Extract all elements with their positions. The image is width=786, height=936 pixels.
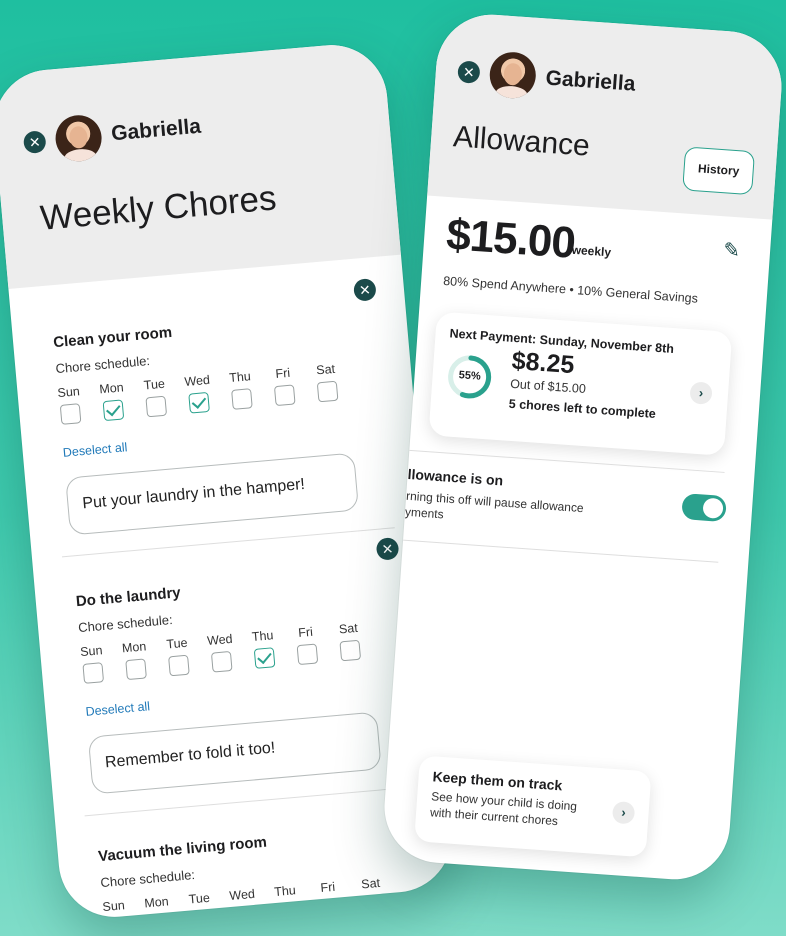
day-option: Tue [161,635,195,681]
allowance-period: weekly [571,242,612,260]
day-label: Thu [273,883,297,900]
day-label: Mon [98,380,125,397]
allowance-toggle-title: llowance is on [407,465,504,489]
day-option: Sat [333,620,367,666]
day-option: Fri [267,365,301,411]
allowance-toggle-desc: rning this off will pause allowance ymen… [404,488,585,522]
day-checkbox[interactable] [102,399,125,422]
day-option: Fri [312,879,346,921]
day-option: Wed [182,373,216,419]
day-option: Wed [204,632,238,678]
day-label: Wed [228,886,256,903]
divider [403,539,719,563]
day-label: Tue [188,890,211,907]
allowance-split: 80% Spend Anywhere • 10% General Savings [442,273,699,306]
day-label: Mon [143,894,170,911]
day-option: Sat [355,875,389,921]
delete-chore-icon[interactable]: ✕ [375,537,400,561]
day-option: Mon [119,639,153,685]
day-checkbox[interactable] [276,902,298,922]
day-checkbox[interactable] [145,395,168,418]
chevron-right-icon[interactable]: › [611,800,636,825]
day-checkbox[interactable] [233,905,255,922]
chore-item: ✕ Do the laundry Chore schedule: Sun Mon Tue W… [33,535,426,817]
day-label: Sat [315,361,336,378]
delete-chore-icon[interactable]: ✕ [352,277,377,302]
chore-schedule-label: Chore schedule: [54,352,151,377]
day-option: Thu [269,883,303,922]
day-label: Thu [228,369,252,386]
day-label: Tue [165,635,189,652]
day-checkbox[interactable] [59,403,82,425]
day-option: Thu [224,369,258,415]
day-option: Mon [141,894,175,922]
keep-on-track-card[interactable]: Keep them on track See how your child is… [414,755,652,858]
chore-title: Do the laundry [75,584,182,611]
track-desc: See how your child is doing with their c… [429,789,578,829]
day-option: Sun [98,898,132,922]
day-option: Mon [96,380,130,426]
day-checkbox[interactable] [231,388,253,410]
chores-left: 5 chores left to complete [508,396,657,421]
day-checkbox[interactable] [82,662,105,684]
day-label: Thu [251,628,275,645]
chore-note-input[interactable]: Put your laundry in the hamper! [65,452,360,536]
day-label: Fri [274,365,291,381]
chore-title: Vacuum the living room [97,833,268,866]
edit-pencil-icon[interactable]: ✎ [722,237,741,263]
day-checkbox[interactable] [188,391,210,414]
day-checkbox[interactable] [318,898,341,921]
day-checkbox[interactable] [253,647,276,669]
allowance-toggle[interactable] [681,493,727,523]
day-checkbox[interactable] [361,894,384,917]
day-checkbox[interactable] [147,913,170,922]
chores-header [0,40,401,289]
chore-title: Clean your room [52,323,173,352]
chore-note-input[interactable]: Remember to fold it too! [87,711,382,795]
day-label: Sun [79,643,104,660]
day-label: Fri [319,879,336,896]
history-button[interactable]: History [682,146,756,196]
next-payment-card[interactable]: Next Payment: Sunday, November 8th 55% $… [428,311,733,456]
deselect-all-link[interactable]: Deselect all [85,699,151,719]
day-label: Mon [121,639,147,656]
day-checkbox[interactable] [210,650,233,673]
day-option: Thu [247,628,281,674]
day-checkbox[interactable] [339,639,362,662]
day-option: Sun [53,384,87,430]
day-label: Wed [206,631,234,648]
allowance-phone: ✕ Gabriella Allowance History $15.00 wee… [380,10,786,884]
day-option: Wed [227,887,261,922]
day-label: Tue [143,376,166,393]
day-checkbox[interactable] [273,384,296,407]
allowance-amount: $15.00 [444,210,577,268]
chore-schedule-label: Chore schedule: [99,866,196,891]
day-option: Fri [290,624,324,670]
payment-amount: $8.25 [510,346,576,380]
day-label: Fri [297,624,314,640]
day-checkbox[interactable] [104,917,127,922]
day-checkbox[interactable] [190,909,213,922]
day-label: Sun [56,384,81,401]
day-option: Sat [310,361,344,407]
day-checkbox[interactable] [125,658,147,681]
day-checkbox[interactable] [316,380,339,403]
day-label: Sat [338,620,359,637]
day-option: Sun [76,643,110,689]
day-label: Sun [101,898,126,915]
deselect-all-link[interactable]: Deselect all [62,440,128,460]
day-option: Tue [139,376,173,422]
day-option: Tue [184,890,218,922]
day-label: Sat [360,875,381,892]
day-checkbox[interactable] [296,643,319,666]
payment-out-of: Out of $15.00 [509,376,587,397]
day-label: Wed [183,372,211,389]
day-checkbox[interactable] [168,654,190,677]
chore-schedule-label: Chore schedule: [77,611,174,636]
chevron-right-icon[interactable]: › [689,381,713,405]
